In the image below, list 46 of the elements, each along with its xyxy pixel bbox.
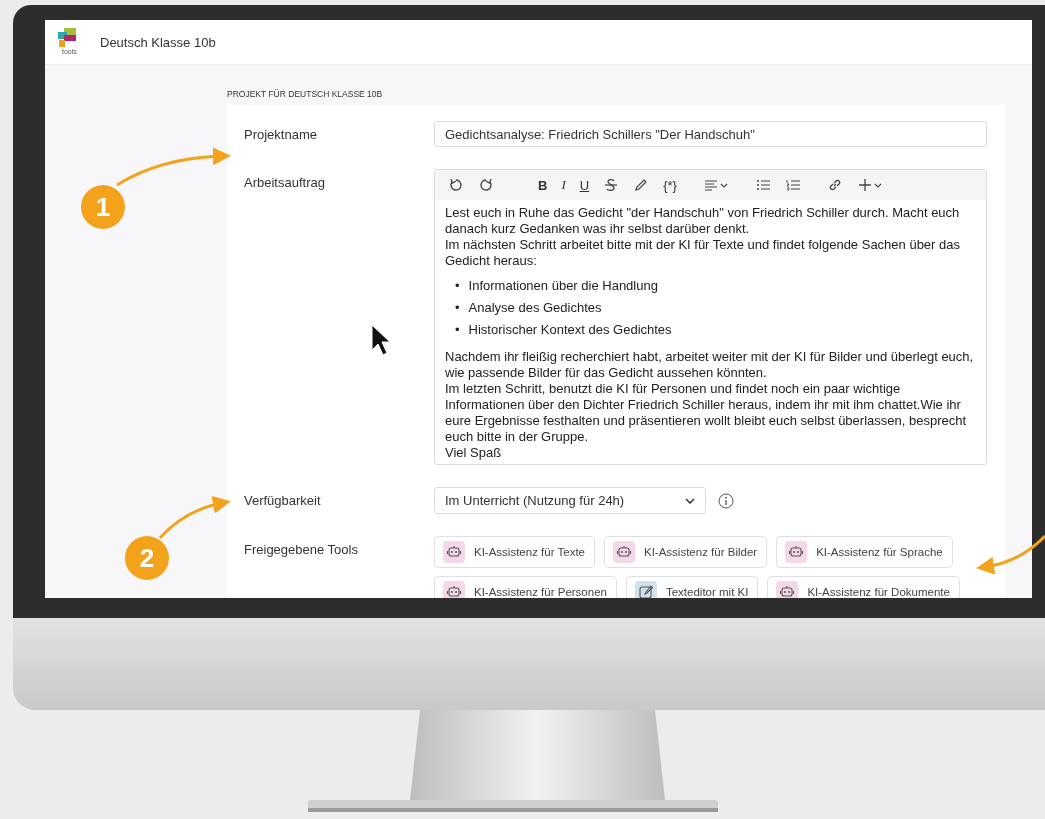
format-button[interactable]: {*} xyxy=(660,174,680,196)
editor-paragraph: Im letzten Schritt, benutzt die KI für Personen und findet noch ein paar wichtige Informationen über den Dichter Friedrich Schiller heraus, indem ihr mit ihm chattet.Wie ihr eure Ergebnisse festhalten und präsentieren wollt bleibt euch selbst überlassen, besprecht euch bitte in der Gruppe. xyxy=(445,381,968,445)
editor-paragraph: Lest euch in Ruhe das Gedicht "der Handschuh" von Friedrich Schiller durch. Macht euch danach kurz Gedanken was ihr selbst darüber denkt. xyxy=(445,205,961,237)
bullet-marker: • xyxy=(455,299,460,317)
field-label: Freigegebene Tools xyxy=(244,541,359,557)
tool-chip[interactable]: Texteditor mit KI xyxy=(625,576,759,598)
chevron-down-icon xyxy=(685,497,695,504)
editor-paragraph: Im nächsten Schritt arbeitet bitte mit der KI für Texte und findet folgende Sachen über das Gedicht heraus: xyxy=(445,237,961,269)
robot-icon xyxy=(779,584,796,598)
format-button[interactable]: U xyxy=(576,174,593,196)
info-icon[interactable] xyxy=(718,492,734,509)
list-item: Analyse des Gedichtes xyxy=(468,299,602,317)
field-label: Verfügbarkeit xyxy=(244,492,322,508)
strikethrough-icon xyxy=(603,177,620,193)
tool-chip[interactable]: KI-Assistenz für Bilder xyxy=(604,536,768,568)
tool-chip[interactable]: KI-Assistenz für Personen xyxy=(434,576,617,598)
project-name-field[interactable]: Gedichtsanalyse: Friedrich Schillers "Der Handschuh" xyxy=(434,121,987,147)
format-button[interactable]: B xyxy=(535,174,551,196)
field-label: Projektname xyxy=(244,126,318,142)
list-item: Informationen über die Handlung xyxy=(468,277,658,295)
robot-icon xyxy=(446,584,462,598)
robot-icon xyxy=(788,544,805,560)
bullet-marker: • xyxy=(455,277,460,295)
redo-icon xyxy=(478,177,494,193)
format-button[interactable]: I xyxy=(558,174,569,196)
availability-select[interactable]: Im Unterricht (Nutzung für 24h) xyxy=(434,487,706,514)
list-item: Historischer Kontext des Gedichtes xyxy=(468,321,672,339)
numbered-list-icon xyxy=(784,177,801,193)
mouse-cursor-icon xyxy=(371,324,391,356)
pointer-arrow xyxy=(976,534,1045,575)
robot-icon xyxy=(446,544,462,560)
undo-icon xyxy=(448,177,464,193)
editor-paragraph: Viel Spaß xyxy=(445,445,503,461)
app-title: Deutsch Klasse 10b xyxy=(100,34,216,50)
field-label: Arbeitsauftrag xyxy=(244,174,326,190)
plus-icon xyxy=(856,177,883,193)
tool-chip[interactable]: KI-Assistenz für Dokumente xyxy=(767,576,960,598)
bullet-marker: • xyxy=(455,321,460,339)
section-heading: PROJEKT FÜR DEUTSCH KLASSE 10B xyxy=(227,89,383,99)
robot-icon xyxy=(616,544,632,560)
edit-icon xyxy=(637,584,654,598)
tool-chip[interactable]: KI-Assistenz für Texte xyxy=(434,536,595,568)
align-left-icon xyxy=(702,177,729,193)
tool-chip[interactable]: KI-Assistenz für Sprache xyxy=(776,536,953,568)
bullet-list-icon xyxy=(754,177,771,193)
editor-paragraph: Nachdem ihr fleißig recherchiert habt, arbeitet weiter mit der KI für Bilder und überlegt euch, wie passende Bilder für das Gedicht aussehen könnten. xyxy=(445,349,975,381)
